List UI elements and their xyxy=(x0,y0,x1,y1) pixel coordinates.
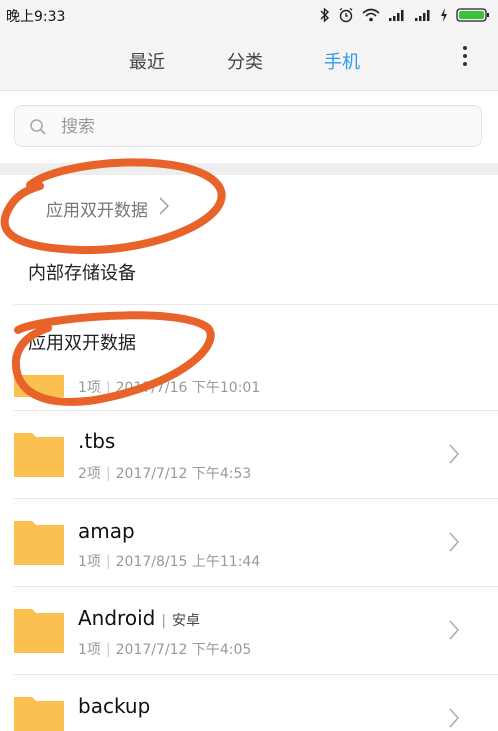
folder-icon xyxy=(14,521,64,565)
list-item[interactable]: Android | 安卓 1项 | 2017/7/12 下午4:05 xyxy=(14,587,498,675)
search-icon xyxy=(30,119,46,135)
breadcrumb[interactable]: 应用双开数据 xyxy=(46,196,148,221)
chevron-right-icon xyxy=(449,532,460,552)
file-meta: 2项 | 2017/7/12 下午4:53 xyxy=(78,466,252,482)
chevron-right-icon xyxy=(449,620,460,640)
status-icons xyxy=(320,5,490,25)
chevron-right-icon xyxy=(159,197,169,215)
more-options-icon[interactable] xyxy=(462,46,468,70)
charging-icon xyxy=(441,8,447,22)
chevron-right-icon xyxy=(449,444,460,464)
status-time: 晚上9:33 xyxy=(6,9,66,25)
file-name: .tbs xyxy=(78,429,116,453)
tab-category[interactable]: 分类 xyxy=(227,48,263,74)
tab-phone[interactable]: 手机 xyxy=(324,48,360,74)
wifi-icon xyxy=(362,8,380,22)
file-name: backup xyxy=(78,694,151,718)
folder-icon xyxy=(14,375,64,397)
list-item[interactable]: 1项 | 2017/7/16 下午10:01 xyxy=(14,375,498,411)
file-name-with-tag: Android | 安卓 xyxy=(78,606,201,630)
file-meta: 1项 | 2017/8/15 上午11:44 xyxy=(78,554,261,570)
file-meta: 1项 | 2017/7/12 下午4:05 xyxy=(78,642,252,658)
folder-icon xyxy=(14,697,64,731)
status-bar: 晚上9:33 xyxy=(0,0,498,30)
signal-icon xyxy=(415,10,430,21)
folder-icon xyxy=(14,433,64,477)
chevron-right-icon xyxy=(449,708,460,728)
list-item[interactable]: backup xyxy=(14,675,498,731)
file-meta: 1项 | 2017/7/16 下午10:01 xyxy=(78,380,261,396)
top-tab-bar: 最近 分类 手机 xyxy=(0,30,498,91)
app-clone-item[interactable]: 应用双开数据 xyxy=(14,305,498,375)
bluetooth-icon xyxy=(320,7,330,23)
storage-item[interactable]: 内部存储设备 xyxy=(14,240,498,305)
search-box[interactable] xyxy=(14,105,482,147)
file-tag: 安卓 xyxy=(172,613,201,629)
section-divider xyxy=(0,163,498,175)
list-item[interactable]: .tbs 2项 | 2017/7/12 下午4:53 xyxy=(14,411,498,499)
app-clone-item-label: 应用双开数据 xyxy=(28,333,136,354)
alarm-icon xyxy=(339,7,353,23)
search-input[interactable] xyxy=(59,114,463,140)
list-item[interactable]: amap 1项 | 2017/8/15 上午11:44 xyxy=(14,499,498,587)
battery-icon xyxy=(456,8,489,22)
file-name: amap xyxy=(78,519,135,543)
storage-item-label: 内部存储设备 xyxy=(28,263,136,284)
signal-icon xyxy=(389,10,404,21)
tab-recent[interactable]: 最近 xyxy=(129,48,165,74)
folder-icon xyxy=(14,609,64,653)
